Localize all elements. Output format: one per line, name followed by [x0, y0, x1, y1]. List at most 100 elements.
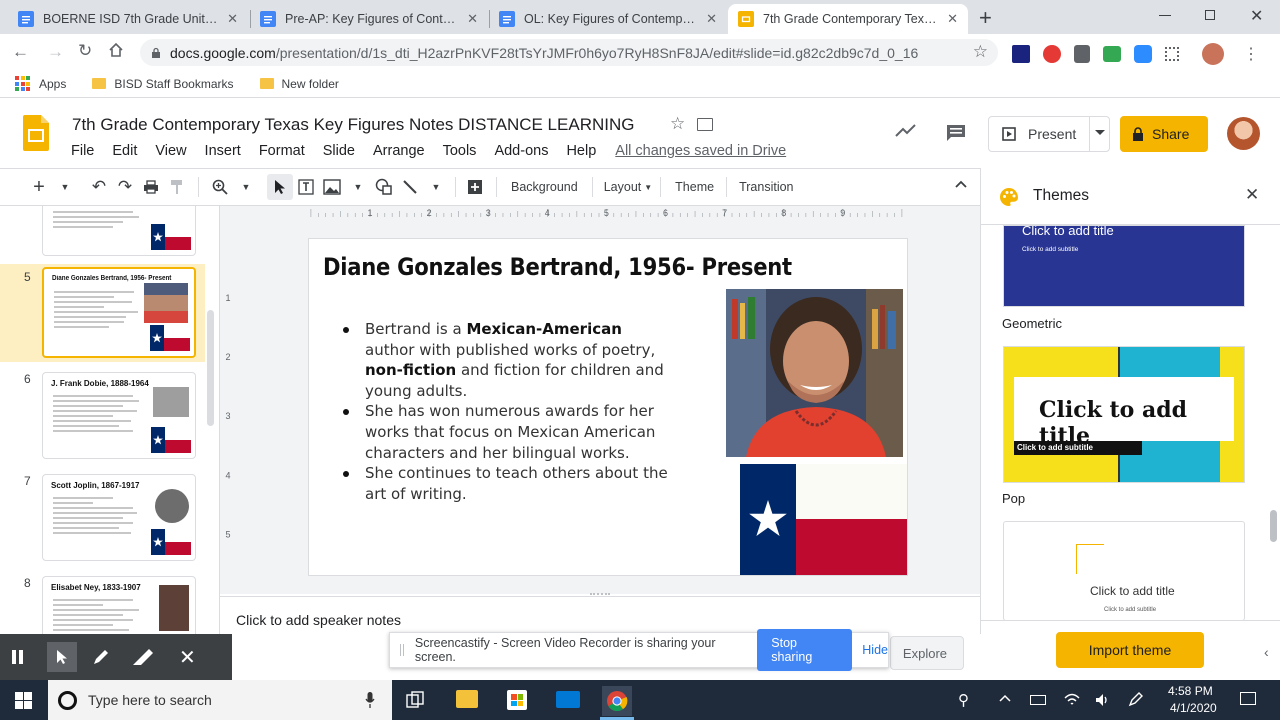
extension-4-icon[interactable] [1103, 46, 1121, 62]
extension-3-icon[interactable] [1074, 45, 1090, 63]
move-folder-icon[interactable] [697, 118, 713, 131]
chrome-icon[interactable] [602, 686, 632, 716]
slide-thumbnail-4[interactable] [42, 206, 196, 256]
line-dropdown-icon[interactable]: ▼ [423, 174, 449, 200]
back-icon[interactable]: ← [12, 42, 29, 62]
new-slide-dropdown-icon[interactable]: ▼ [52, 174, 78, 200]
transition-button[interactable]: Transition [733, 174, 799, 200]
browser-tab-1[interactable]: BOERNE ISD 7th Grade Unit 12 D ✕ [8, 4, 248, 34]
menu-view[interactable]: View [155, 143, 186, 159]
save-status[interactable]: All changes saved in Drive [615, 143, 786, 159]
slide-thumbnail-8[interactable]: Elisabet Ney, 1833-1907 [42, 576, 196, 634]
close-tab-icon[interactable]: ✕ [947, 11, 958, 27]
browser-tab-active[interactable]: 7th Grade Contemporary Texas K ✕ [728, 4, 968, 34]
slide-thumbnail-7[interactable]: Scott Joplin, 1867-1917 [42, 474, 196, 561]
menu-insert[interactable]: Insert [205, 143, 241, 159]
people-icon[interactable]: ⚲ [958, 691, 969, 709]
cursor-tool-icon[interactable] [47, 642, 77, 672]
image-dropdown-icon[interactable]: ▼ [345, 174, 371, 200]
wifi-icon[interactable] [1064, 691, 1080, 707]
bookmark-bisd[interactable]: BISD Staff Bookmarks [92, 77, 234, 91]
close-tab-icon[interactable]: ✕ [227, 11, 238, 27]
url-bar[interactable]: docs.google.com /presentation/d/1s_dti_H… [140, 39, 998, 66]
account-avatar[interactable] [1227, 117, 1260, 150]
action-center-icon[interactable] [1240, 692, 1256, 705]
slide-thumbnail-5[interactable]: Diane Gonzales Bertrand, 1956- Present [42, 267, 196, 358]
filmstrip-scrollbar[interactable] [207, 310, 214, 426]
pen-workspace-icon[interactable] [1128, 691, 1144, 707]
theme-card-blue[interactable]: Click to add title Click to add subtitle [1003, 225, 1245, 307]
file-explorer-icon[interactable] [456, 690, 478, 708]
comments-icon[interactable] [946, 124, 966, 142]
bookmark-apps[interactable]: Apps [15, 76, 66, 91]
hide-button[interactable]: Hide [862, 643, 888, 657]
extensions-grid-icon[interactable] [1165, 47, 1179, 61]
themes-scrollbar[interactable] [1270, 510, 1277, 542]
drag-handle-icon[interactable] [400, 644, 404, 656]
add-comment-icon[interactable] [462, 174, 488, 200]
close-toolbar-icon[interactable]: ✕ [179, 645, 196, 670]
taskbar-search-box[interactable]: Type here to search [48, 680, 392, 720]
menu-tools[interactable]: Tools [443, 143, 477, 159]
slide-thumbnail-6[interactable]: J. Frank Dobie, 1888-1964 [42, 372, 196, 459]
battery-icon[interactable] [1030, 695, 1046, 705]
menu-help[interactable]: Help [566, 143, 596, 159]
theme-card-pop[interactable]: Click to add title Click to add subtitle [1003, 521, 1245, 621]
menu-slide[interactable]: Slide [323, 143, 355, 159]
tray-chevron-icon[interactable] [999, 694, 1011, 702]
clock-date[interactable]: 4/1/2020 [1170, 701, 1217, 715]
store-icon[interactable] [507, 690, 527, 710]
theme-card-geometric[interactable]: Click to add title Click to add subtitle [1003, 346, 1245, 483]
explore-button[interactable]: Explore [890, 636, 964, 670]
speaker-notes-pane[interactable]: Click to add speaker notes [220, 596, 980, 634]
extension-2-icon[interactable] [1043, 45, 1061, 63]
close-tab-icon[interactable]: ✕ [706, 11, 717, 27]
shape-icon[interactable] [371, 174, 397, 200]
slides-logo-icon[interactable] [23, 115, 49, 151]
menu-edit[interactable]: Edit [112, 143, 137, 159]
profile-avatar[interactable] [1202, 43, 1224, 65]
menu-file[interactable]: File [71, 143, 94, 159]
microphone-icon[interactable] [365, 692, 375, 708]
close-window-icon[interactable]: ✕ [1250, 6, 1263, 26]
zoom-dropdown-icon[interactable]: ▼ [233, 174, 259, 200]
star-icon[interactable]: ☆ [670, 114, 685, 134]
mail-icon[interactable] [556, 691, 580, 708]
activity-trend-icon[interactable] [895, 124, 917, 138]
menu-arrange[interactable]: Arrange [373, 143, 425, 159]
undo-icon[interactable]: ↶ [86, 174, 112, 200]
forward-icon[interactable]: → [47, 42, 64, 62]
theme-button[interactable]: Theme [669, 174, 720, 200]
browser-tab-2[interactable]: Pre-AP: Key Figures of Contempo ✕ [250, 4, 488, 34]
home-icon[interactable] [108, 42, 124, 57]
zoom-icon[interactable] [207, 174, 233, 200]
side-panel-toggle-icon[interactable]: ‹ [1264, 644, 1269, 660]
new-tab-button[interactable]: + [979, 5, 992, 31]
slide-body-text[interactable]: Bertrand is a Mexican-American author wi… [343, 319, 673, 504]
menu-kebab-icon[interactable]: ⋮ [1243, 44, 1259, 64]
background-button[interactable]: Background [505, 174, 584, 200]
redo-icon[interactable]: ↷ [112, 174, 138, 200]
layout-button[interactable]: Layout [601, 174, 645, 200]
slide-canvas[interactable]: Diane Gonzales Bertrand, 1956- Present B… [309, 239, 907, 575]
paint-format-icon[interactable] [164, 174, 190, 200]
chevron-down-icon[interactable] [1095, 130, 1105, 135]
highlighter-tool-icon[interactable] [131, 647, 155, 667]
layout-dropdown-icon[interactable]: ▼ [644, 183, 652, 192]
pen-tool-icon[interactable] [91, 647, 111, 667]
pause-icon[interactable] [12, 650, 23, 664]
bookmark-star-icon[interactable]: ☆ [973, 42, 988, 62]
texas-flag-image[interactable] [740, 464, 907, 575]
select-cursor-icon[interactable] [267, 174, 293, 200]
menu-add-ons[interactable]: Add-ons [494, 143, 548, 159]
close-panel-icon[interactable]: ✕ [1245, 185, 1259, 205]
menu-format[interactable]: Format [259, 143, 305, 159]
reload-icon[interactable]: ↻ [78, 41, 92, 61]
print-icon[interactable] [138, 174, 164, 200]
task-view-icon[interactable] [406, 691, 424, 709]
zoom-extension-icon[interactable] [1134, 45, 1152, 63]
line-icon[interactable] [397, 174, 423, 200]
import-theme-button[interactable]: Import theme [1056, 632, 1204, 668]
minimize-icon[interactable] [1159, 15, 1171, 16]
close-tab-icon[interactable]: ✕ [467, 11, 478, 27]
